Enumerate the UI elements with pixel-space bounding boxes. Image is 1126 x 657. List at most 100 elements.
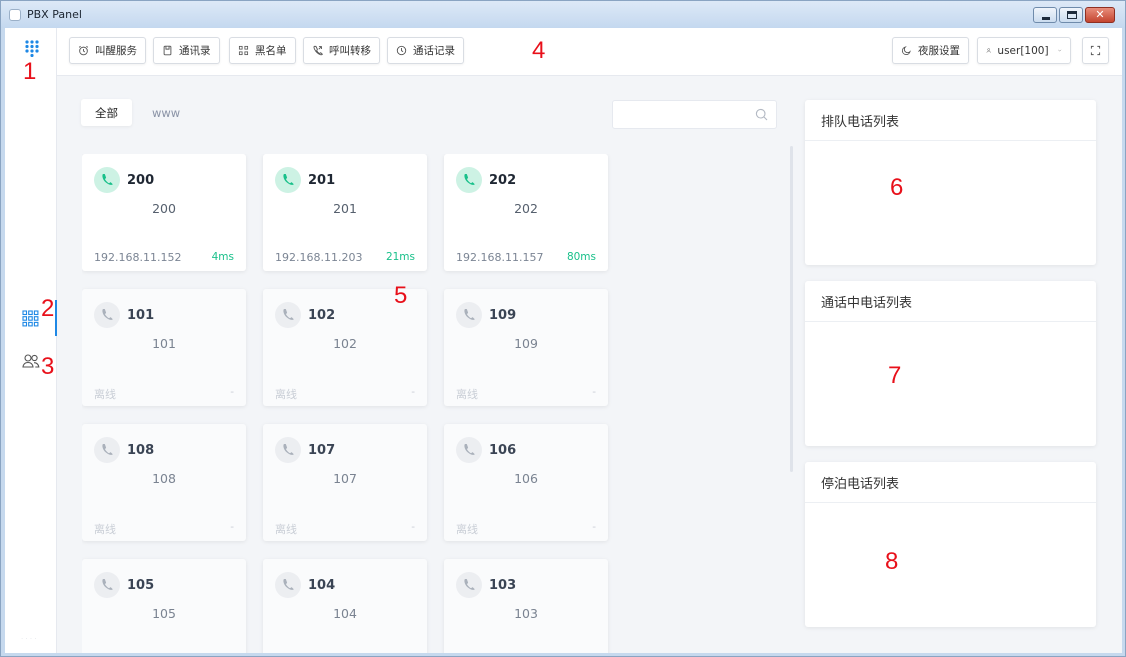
extension-status: 离线 [275, 523, 297, 536]
maximize-button[interactable] [1059, 7, 1083, 23]
extension-latency: - [230, 521, 234, 533]
extension-card[interactable]: 200 200 192.168.11.152 4ms [82, 154, 246, 271]
extension-latency: - [411, 521, 415, 533]
extension-latency: - [411, 386, 415, 398]
tab-all[interactable]: 全部 [81, 99, 132, 126]
app-window: PBX Panel ✕ 叫醒服务 通讯录 黑名单 呼叫转移 通话记录 夜服设置 … [0, 0, 1126, 657]
users-icon [22, 354, 40, 368]
extension-card[interactable]: 103 103 [444, 559, 608, 653]
clock-history-icon [396, 45, 407, 56]
annotation-7: 7 [888, 362, 902, 389]
phone-icon [275, 572, 301, 598]
maximize-icon [1067, 11, 1077, 19]
extension-number: 109 [489, 308, 517, 323]
user-menu[interactable]: user[100] [977, 37, 1071, 64]
active-calls-panel: 通话中电话列表 [805, 281, 1096, 446]
extension-status: 离线 [456, 388, 478, 401]
phone-icon [94, 167, 120, 193]
tab-www[interactable]: www [138, 99, 194, 126]
extension-number: 107 [308, 443, 336, 458]
sidebar-footer: · · · · [21, 635, 37, 643]
call-log-button[interactable]: 通话记录 [387, 37, 464, 64]
moon-icon [901, 46, 911, 56]
phone-icon [94, 572, 120, 598]
user-icon [986, 48, 991, 53]
extension-number: 104 [308, 578, 336, 593]
minimize-icon [1042, 17, 1050, 20]
extension-card[interactable]: 201 201 192.168.11.203 21ms [263, 154, 427, 271]
extension-ip: 192.168.11.157 [456, 251, 544, 264]
phone-icon [275, 302, 301, 328]
extension-grid: 200 200 192.168.11.152 4ms 201 201 192.1… [82, 154, 612, 653]
extension-card[interactable]: 108 108 离线 - [82, 424, 246, 541]
extension-latency: - [592, 521, 596, 533]
extension-name: 200 [152, 201, 176, 216]
blacklist-label: 黑名单 [255, 45, 287, 57]
fullscreen-button[interactable] [1082, 37, 1109, 64]
scrollbar[interactable] [790, 146, 793, 472]
grid-icon [21, 309, 38, 326]
extension-number: 200 [127, 173, 155, 188]
close-button[interactable]: ✕ [1085, 7, 1115, 23]
minimize-button[interactable] [1033, 7, 1057, 23]
phone-icon [456, 167, 482, 193]
extension-name: 107 [333, 471, 357, 486]
extension-number: 106 [489, 443, 517, 458]
chevron-down-icon [1057, 49, 1061, 52]
address-book-label: 通讯录 [179, 45, 211, 57]
extension-latency: - [230, 386, 234, 398]
annotation-1: 1 [23, 58, 37, 85]
sidebar: · · · · [5, 28, 57, 653]
phone-icon [275, 437, 301, 463]
group-tabs: 全部 www [81, 99, 194, 126]
extension-status: 离线 [94, 388, 116, 401]
annotation-3: 3 [41, 353, 55, 380]
extension-card[interactable]: 105 105 [82, 559, 246, 653]
annotation-6: 6 [890, 174, 904, 201]
phone-icon [456, 572, 482, 598]
extension-number: 108 [127, 443, 155, 458]
extension-card[interactable]: 106 106 离线 - [444, 424, 608, 541]
search-input[interactable] [621, 101, 756, 128]
extension-name: 108 [152, 471, 176, 486]
extension-card[interactable]: 101 101 离线 - [82, 289, 246, 406]
panel-title: 停泊电话列表 [805, 462, 1096, 503]
blacklist-button[interactable]: 黑名单 [229, 37, 296, 64]
search-box [612, 100, 777, 129]
parked-calls-panel: 停泊电话列表 [805, 462, 1096, 627]
window-title: PBX Panel [27, 8, 82, 21]
wakeup-service-button[interactable]: 叫醒服务 [69, 37, 146, 64]
phone-icon [456, 437, 482, 463]
annotation-5: 5 [394, 282, 408, 309]
extension-latency: - [592, 386, 596, 398]
panel-title: 通话中电话列表 [805, 281, 1096, 322]
call-forward-button[interactable]: 呼叫转移 [303, 37, 380, 64]
night-mode-button[interactable]: 夜服设置 [892, 37, 969, 64]
queue-calls-panel: 排队电话列表 [805, 100, 1096, 265]
annotation-8: 8 [885, 548, 899, 575]
wakeup-service-label: 叫醒服务 [95, 45, 137, 57]
extension-name: 202 [514, 201, 538, 216]
address-book-button[interactable]: 通讯录 [153, 37, 220, 64]
extension-latency: 21ms [385, 251, 415, 263]
extension-latency: 4ms [211, 251, 234, 263]
extension-card[interactable]: 109 109 离线 - [444, 289, 608, 406]
extension-number: 103 [489, 578, 517, 593]
extension-name: 201 [333, 201, 357, 216]
top-toolbar: 叫醒服务 通讯录 黑名单 呼叫转移 通话记录 夜服设置 user[100] [5, 28, 1122, 76]
annotation-2: 2 [41, 295, 55, 322]
extension-name: 101 [152, 336, 176, 351]
grid-blocklist-icon [238, 45, 249, 56]
extension-name: 103 [514, 606, 538, 621]
extension-name: 106 [514, 471, 538, 486]
extension-card[interactable]: 202 202 192.168.11.157 80ms [444, 154, 608, 271]
extension-name: 109 [514, 336, 538, 351]
extension-ip: 192.168.11.152 [94, 251, 182, 264]
phone-icon [94, 302, 120, 328]
extension-number: 105 [127, 578, 155, 593]
fullscreen-icon [1090, 45, 1101, 56]
extension-status: 离线 [94, 523, 116, 536]
extension-card[interactable]: 104 104 [263, 559, 427, 653]
extension-card[interactable]: 107 107 离线 - [263, 424, 427, 541]
search-icon[interactable] [755, 108, 768, 121]
